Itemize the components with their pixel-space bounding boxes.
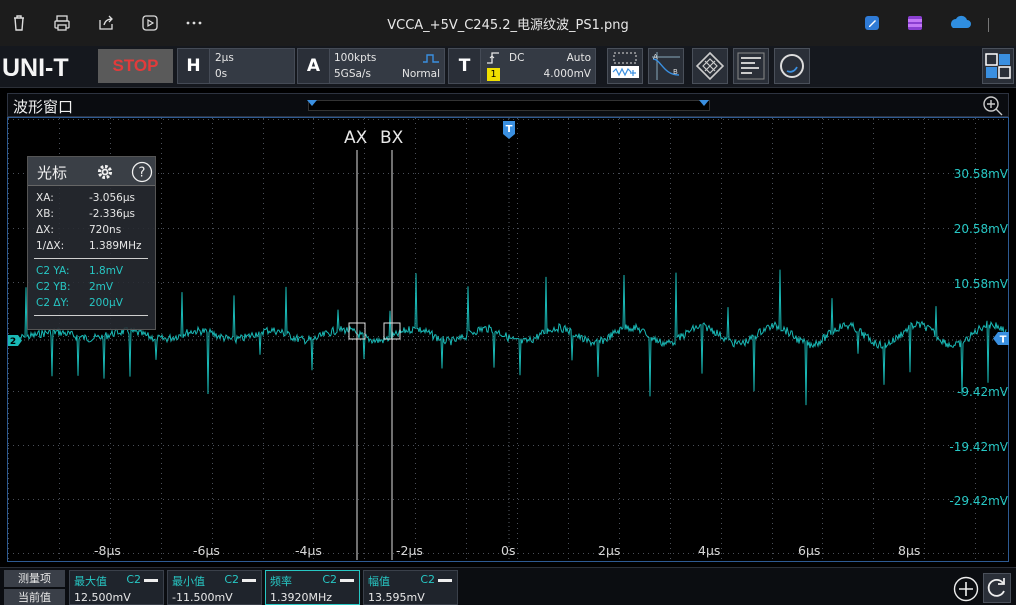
x-axis-label: -6µs <box>193 543 220 558</box>
cursor-row-key: ΔX: <box>36 224 54 236</box>
measurement-title: 频率 <box>270 575 292 588</box>
measure-current-header: 当前值 <box>4 589 65 605</box>
trigger-level-marker[interactable]: T <box>992 331 1010 346</box>
measurement-value: 13.595mV <box>368 591 425 604</box>
y-axis-label: -9.42mV <box>957 385 1008 399</box>
cursor-row-key: C2 ΔY: <box>36 297 70 309</box>
cursor-row-value: 2mV <box>89 281 114 293</box>
measurement-channel: C2 <box>224 573 239 586</box>
cursor-row-value: 200µV <box>89 297 123 309</box>
x-axis-label: 4µs <box>698 543 721 558</box>
x-axis-label: -4µs <box>295 543 322 558</box>
measurement-frequency[interactable]: 频率 C2 1.3920MHz <box>265 570 360 605</box>
measurement-channel: C2 <box>420 573 435 586</box>
channel-2-marker-text: 2 <box>10 337 16 347</box>
cursor-panel-divider <box>34 315 148 316</box>
cursor-row-value: -2.336µs <box>89 208 135 220</box>
x-axis-label: 0s <box>501 543 516 558</box>
channel-2-trace <box>19 269 1007 406</box>
measurement-title: 幅值 <box>368 575 390 588</box>
trigger-level-marker-text: T <box>1000 335 1007 346</box>
cursor-row-key: XB: <box>36 208 54 220</box>
cursor-b-label[interactable]: BX <box>380 128 403 148</box>
cursor-row-key: C2 YA: <box>36 265 70 277</box>
measurement-min[interactable]: 最小值 C2 -11.500mV <box>167 570 262 605</box>
channel-line-icon <box>242 579 256 582</box>
cursor-panel-title: 光标 <box>37 164 68 182</box>
cursor-panel[interactable]: 光标 ? XA: -3.056µs XB: -2.336µs ΔX: 720ns 1/… <box>27 156 156 330</box>
measurement-amplitude[interactable]: 幅值 C2 13.595mV <box>363 570 458 605</box>
cursor-row-value: -3.056µs <box>89 192 135 204</box>
svg-text:?: ? <box>139 166 146 181</box>
cursor-row-value: 1.8mV <box>89 265 124 277</box>
y-axis-label: 10.58mV <box>953 277 1008 291</box>
measurement-title: 最大值 <box>74 575 107 588</box>
measurement-max[interactable]: 最大值 C2 12.500mV <box>69 570 164 605</box>
channel-line-icon <box>340 579 354 582</box>
measurement-value: -11.500mV <box>172 591 233 604</box>
measurement-channel: C2 <box>126 573 141 586</box>
cursor-a-label[interactable]: AX <box>344 128 367 148</box>
y-axis-label: 30.58mV <box>953 167 1008 181</box>
x-axis-label: 6µs <box>798 543 821 558</box>
refresh-button[interactable] <box>983 573 1011 603</box>
y-axis-label: -29.42mV <box>949 494 1008 508</box>
cursor-row-value: 720ns <box>89 224 122 236</box>
x-axis-label: 8µs <box>898 543 921 558</box>
measurement-value: 1.3920MHz <box>270 591 333 604</box>
cursor-row-value: 1.389MHz <box>89 240 142 252</box>
channel-2-marker[interactable]: 2 <box>7 334 23 347</box>
cursor-row-key: XA: <box>36 192 54 204</box>
trigger-position-marker-text: T <box>506 124 513 135</box>
measure-item-header[interactable]: 测量项 <box>4 570 65 587</box>
measurement-value: 12.500mV <box>74 591 131 604</box>
x-axis-label: -8µs <box>94 543 121 558</box>
cursor-panel-header: 光标 ? <box>28 157 155 186</box>
refresh-icon <box>987 578 1005 597</box>
cursor-panel-divider <box>34 258 148 259</box>
measurement-title: 最小值 <box>172 575 205 588</box>
y-axis-label: 20.58mV <box>953 222 1008 236</box>
channel-line-icon <box>438 579 452 582</box>
channel-line-icon <box>144 579 158 582</box>
x-axis-label: -2µs <box>396 543 423 558</box>
cursor-row-key: 1/ΔX: <box>36 240 65 252</box>
y-axis-label: -19.42mV <box>949 440 1008 454</box>
trigger-position-marker[interactable]: T <box>502 120 516 140</box>
measurement-channel: C2 <box>322 573 337 586</box>
cursor-row-key: C2 YB: <box>36 281 71 293</box>
add-measurement-icon[interactable] <box>953 576 979 602</box>
settings-gear-icon[interactable] <box>95 162 115 182</box>
help-icon[interactable]: ? <box>131 161 153 183</box>
x-axis-label: 2µs <box>598 543 621 558</box>
